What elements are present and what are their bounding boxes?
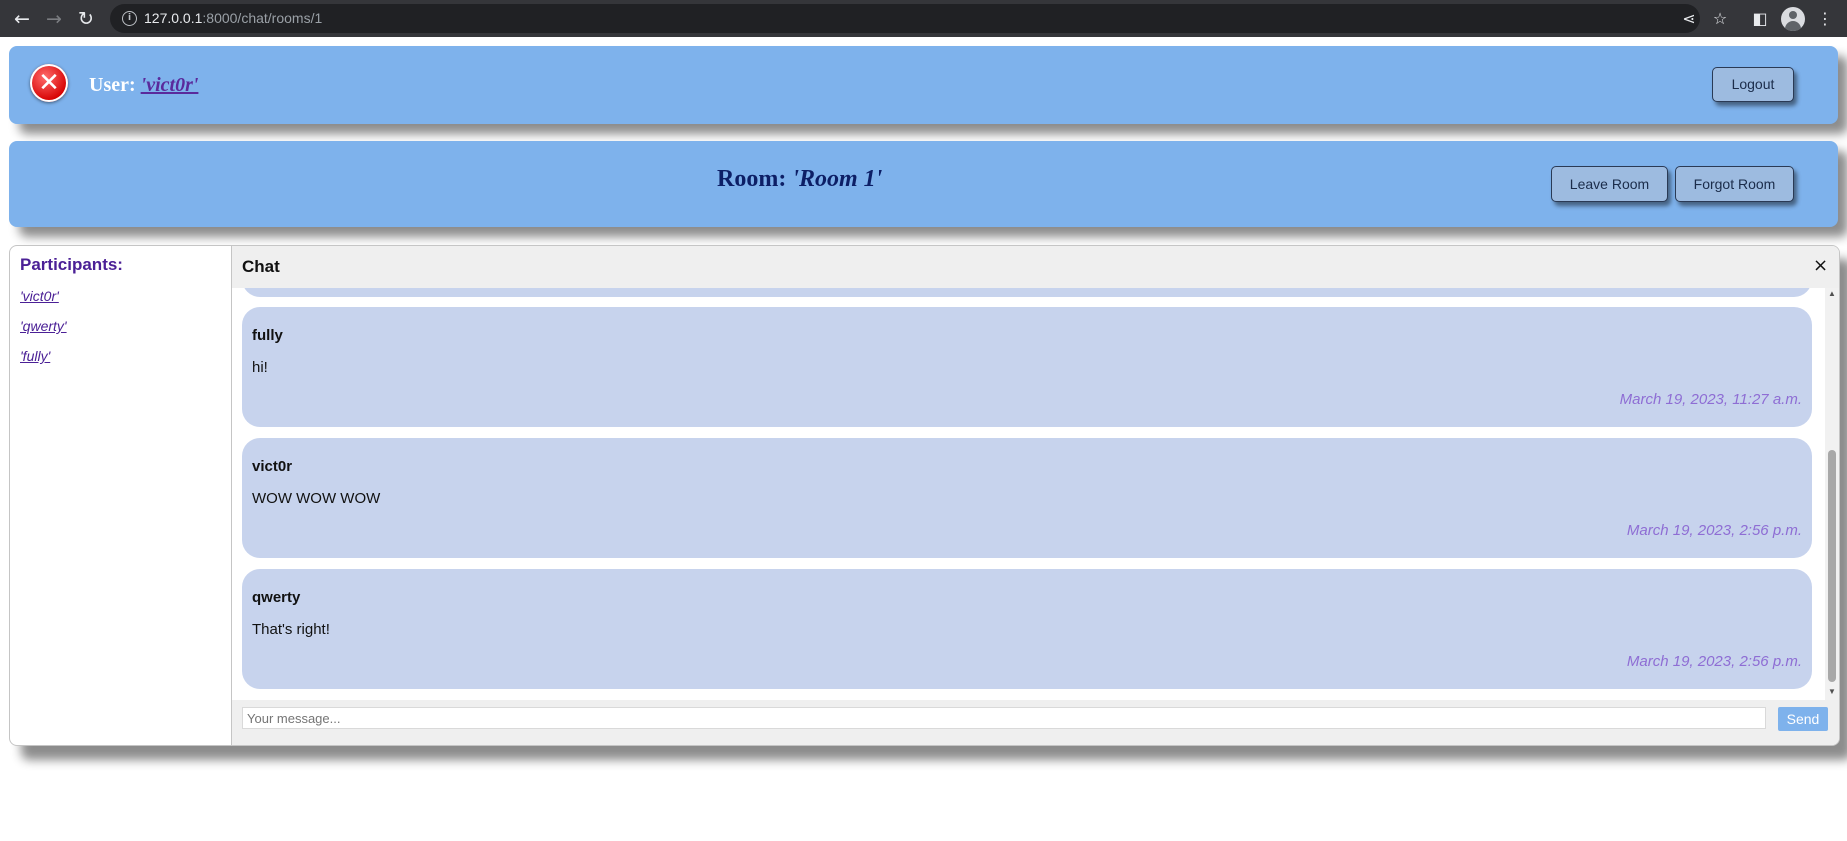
message-bubble [242, 288, 1812, 297]
message-text: hi! [252, 359, 268, 376]
username-link[interactable]: 'vict0r' [141, 74, 199, 96]
share-icon[interactable]: ⋖ [1678, 8, 1700, 30]
side-panel-icon[interactable]: ◧ [1749, 8, 1771, 30]
message-text: WOW WOW WOW [252, 490, 381, 507]
message-time: March 19, 2023, 2:56 p.m. [1626, 653, 1802, 670]
user-label: User: 'vict0r' [89, 74, 198, 97]
room-panel: Room: 'Room 1' Leave Room Forgot Room [9, 141, 1838, 227]
message-sender: vict0r [252, 458, 293, 475]
send-button[interactable]: Send [1778, 707, 1828, 731]
logout-button[interactable]: Logout [1712, 67, 1794, 102]
info-icon[interactable]: i [122, 11, 137, 26]
kebab-menu-icon[interactable]: ⋮ [1814, 8, 1836, 30]
participants-title: Participants: [20, 255, 123, 274]
participants-sidebar: Participants: 'vict0r' 'qwerty' 'fully' [10, 246, 232, 745]
message-text: That's right! [252, 621, 330, 638]
message-list[interactable]: fully hi! March 19, 2023, 11:27 a.m. vic… [232, 288, 1839, 700]
chat-title: Chat [242, 257, 280, 276]
reload-icon[interactable]: ↻ [74, 7, 98, 31]
scrollbar-thumb[interactable] [1828, 450, 1836, 682]
user-panel: ✕ User: 'vict0r' Logout [9, 46, 1838, 124]
close-icon[interactable]: × [1813, 255, 1828, 276]
message-bubble: fully hi! March 19, 2023, 11:27 a.m. [242, 307, 1812, 427]
forgot-room-button[interactable]: Forgot Room [1675, 166, 1794, 202]
message-composer: Send [232, 700, 1839, 745]
chat-panel: Chat × fully hi! March 19, 2023, 11:27 a… [232, 246, 1839, 745]
room-name: 'Room 1' [792, 166, 883, 192]
message-time: March 19, 2023, 2:56 p.m. [1626, 522, 1802, 539]
profile-icon[interactable] [1781, 7, 1805, 31]
room-main: Participants: 'vict0r' 'qwerty' 'fully' … [9, 245, 1840, 746]
browser-toolbar: ← → ↻ i 127.0.0.1:8000/chat/rooms/1 ⋖ ☆ … [0, 0, 1847, 37]
participant-link[interactable]: 'fully' [20, 348, 50, 364]
participant-link[interactable]: 'qwerty' [20, 318, 67, 334]
message-sender: qwerty [252, 589, 301, 606]
chat-header: Chat × [232, 246, 1839, 288]
participant-link[interactable]: 'vict0r' [20, 288, 59, 304]
url-host: 127.0.0.1 [144, 10, 203, 26]
leave-room-button[interactable]: Leave Room [1551, 166, 1668, 202]
user-label-text: User: [89, 74, 141, 96]
url-text: 127.0.0.1:8000/chat/rooms/1 [144, 10, 322, 26]
star-icon[interactable]: ☆ [1709, 8, 1731, 30]
message-bubble: qwerty That's right! March 19, 2023, 2:5… [242, 569, 1812, 689]
error-x-icon: ✕ [30, 64, 68, 102]
scroll-up-arrow-icon[interactable]: ▲ [1828, 290, 1836, 298]
room-label: Room: [717, 166, 793, 192]
message-scrollbar[interactable]: ▲ ▼ [1825, 288, 1839, 700]
url-path: :8000/chat/rooms/1 [202, 10, 323, 26]
message-bubble: vict0r WOW WOW WOW March 19, 2023, 2:56 … [242, 438, 1812, 558]
message-input[interactable] [242, 707, 1766, 729]
back-icon[interactable]: ← [10, 7, 34, 31]
room-title: Room: 'Room 1' [717, 166, 882, 193]
scroll-down-arrow-icon[interactable]: ▼ [1828, 688, 1836, 696]
message-time: March 19, 2023, 11:27 a.m. [1619, 391, 1802, 408]
message-sender: fully [252, 327, 283, 344]
address-bar[interactable]: i 127.0.0.1:8000/chat/rooms/1 [110, 4, 1700, 33]
forward-icon[interactable]: → [42, 7, 66, 31]
